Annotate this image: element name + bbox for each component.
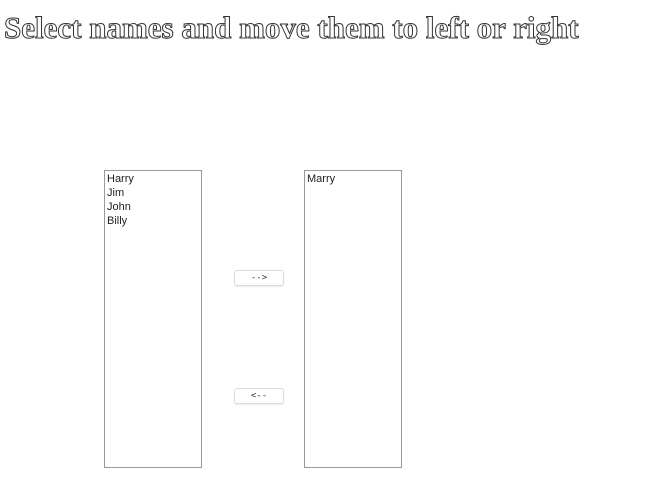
list-option-billy[interactable]: Billy	[107, 214, 199, 228]
list-option-harry[interactable]: Harry	[107, 172, 199, 186]
list-option-marry[interactable]: Marry	[307, 172, 399, 186]
left-names-listbox[interactable]: Harry Jim John Billy	[104, 170, 202, 468]
move-left-button[interactable]: <--	[234, 388, 284, 404]
move-right-button[interactable]: -->	[234, 270, 284, 286]
list-option-john[interactable]: John	[107, 200, 199, 214]
list-option-jim[interactable]: Jim	[107, 186, 199, 200]
right-names-listbox[interactable]: Marry	[304, 170, 402, 468]
page-title: Select names and move them to left or ri…	[4, 10, 580, 46]
